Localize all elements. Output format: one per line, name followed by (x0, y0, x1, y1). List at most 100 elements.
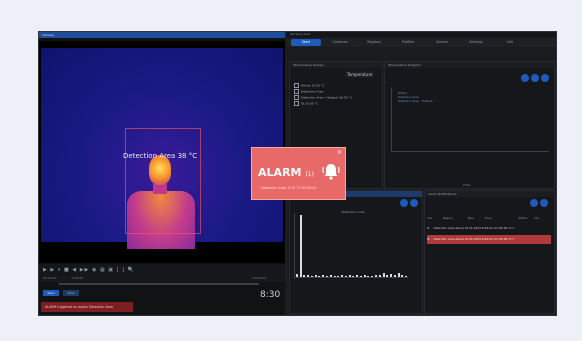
temperature-diagram-panel: Temperature Diagram Whole Detection Area… (384, 61, 555, 189)
temperature-diagram-area[interactable]: Whole Detection Area Detection Area - Ho… (391, 87, 549, 152)
time-row: 00:00:00 0:00:00 0:00:00.0 (43, 276, 266, 280)
histogram-bar (397, 273, 400, 277)
start-button[interactable]: Start (43, 290, 59, 296)
tab-cameras[interactable]: Cameras (325, 39, 355, 46)
alarm-message: ALARM triggered on region Detection Area (41, 302, 133, 312)
alarm-notifications-header: Alarm Notifications (425, 191, 554, 197)
histogram-bar (393, 275, 396, 277)
temp-item-whole[interactable]: Whole 32.00 °C (294, 83, 325, 88)
alarm-subtitle: Detection Area 37.8 °C 00:00:20 (261, 186, 317, 190)
alarm-title-text: ALARM (258, 166, 302, 179)
clock: 8:30 (260, 290, 281, 300)
bell-icon (322, 164, 340, 180)
time-start: 00:00:00 (43, 276, 57, 280)
histogram-bar (337, 275, 340, 277)
histogram-bar (378, 275, 381, 277)
histogram-bar (374, 274, 377, 277)
tab-settings[interactable]: Settings (461, 39, 491, 46)
checkbox-icon (294, 83, 299, 88)
histogram-bar (390, 273, 393, 277)
col-status: Status (518, 216, 528, 220)
notif-table-header: Ack Region Type Time Status Val (427, 215, 549, 222)
playback-icons[interactable]: ▶ ▶ ⏸ ■ ◀ ▶▶ ◉ ▦ ▣ [ ] 🔍 (43, 267, 135, 273)
alarm-count: (1) (305, 171, 314, 178)
histogram-bar (303, 274, 306, 277)
tab-info[interactable]: Info (495, 39, 525, 46)
time-mid: 0:00:00 (71, 276, 84, 280)
temperature-diagram-header: Temperature Diagram (385, 62, 554, 68)
checkbox-icon (294, 95, 299, 100)
histogram-button-2[interactable] (410, 199, 418, 207)
notif-button-2[interactable] (540, 199, 548, 207)
alarm-popup: × ALARM (1) Detection Area 37.8 °C 00:00:… (251, 147, 346, 200)
diagram-series-3: Detection Area - Hotspot (398, 99, 433, 103)
playback-controls: ▶ ▶ ⏸ ■ ◀ ▶▶ ◉ ▦ ▣ [ ] 🔍 00:00:00 0:00:0… (39, 264, 285, 282)
histogram-bar (401, 274, 404, 277)
histogram-bar (371, 275, 374, 277)
temperature-display-header: Temperature Display (290, 62, 382, 68)
histogram-bar (363, 274, 366, 277)
histogram-bar (310, 275, 313, 277)
histogram-bar (367, 275, 370, 277)
ack-icon: ☒ (427, 226, 430, 230)
histogram-bar (405, 275, 408, 277)
tab-start[interactable]: Start (291, 39, 321, 46)
checkbox-icon (294, 101, 299, 106)
tab-profiles[interactable]: Profiles (393, 39, 423, 46)
histogram-bar (382, 273, 385, 277)
histogram-bar (314, 275, 317, 277)
camera-pane: Camera Detection Area 38 °C ▶ ▶ ⏸ ■ ◀ ▶▶… (39, 32, 285, 315)
time-end: 0:00:00.0 (252, 276, 267, 280)
histogram-bar (348, 275, 351, 277)
alarm-title: ALARM (1) (258, 166, 314, 179)
temperature-dropdown[interactable]: Temperature (345, 71, 375, 78)
checkbox-icon (294, 89, 299, 94)
table-row[interactable]: ☒ Detection Area above 01.01.2023 8:28:21… (427, 224, 551, 233)
tab-bar: Start Cameras Regions Profiles Alarms Se… (287, 38, 556, 47)
temp-item-detection[interactable]: Detection Area (294, 89, 323, 94)
ack-icon: ☒ (427, 237, 430, 241)
tab-alarms[interactable]: Alarms (427, 39, 457, 46)
alarm-notifications-panel: Alarm Notifications Ack Region Type Time… (424, 190, 555, 314)
diagram-button-3[interactable] (541, 74, 549, 82)
histogram-button-1[interactable] (400, 199, 408, 207)
histogram-chart[interactable] (294, 213, 408, 278)
thermal-video[interactable]: Detection Area 38 °C (39, 41, 285, 263)
histogram-bar (341, 275, 344, 277)
temp-item-value: 32.00 °C (311, 83, 325, 88)
working-area-title: Working Area (287, 32, 556, 37)
temp-item-label: Whole (301, 83, 311, 88)
diagram-x-label: Time (463, 183, 471, 187)
table-row[interactable]: ☒ Detection Area above 01.01.2023 8:29:52… (427, 235, 551, 244)
histogram-bar (326, 275, 329, 277)
histogram-bar (307, 274, 310, 277)
histogram-panel: Histogram Detection Area (289, 190, 423, 314)
temp-item-id[interactable]: ID 29.00 °C (294, 101, 318, 106)
histogram-bar (359, 275, 362, 277)
timeline-slider[interactable] (59, 283, 259, 285)
histogram-bar (318, 275, 321, 277)
col-time: Time (484, 216, 492, 220)
histogram-bar (386, 274, 389, 277)
row-text: Detection Area above 01.01.2023 8:29:52 … (433, 237, 515, 241)
temp-item-value: 38.00 °C (339, 95, 353, 100)
notif-button-1[interactable] (530, 199, 538, 207)
diagram-button-2[interactable] (531, 74, 539, 82)
histogram-bar (295, 273, 298, 277)
row-text: Detection Area above 01.01.2023 8:28:21 … (433, 226, 515, 230)
histogram-bar (299, 215, 302, 277)
tab-regions[interactable]: Regions (359, 39, 389, 46)
close-icon[interactable]: × (337, 149, 342, 156)
temp-item-value: 29.00 °C (305, 101, 319, 106)
diagram-button-1[interactable] (521, 74, 529, 82)
histogram-bar (352, 275, 355, 277)
detection-area-box[interactable] (125, 128, 201, 234)
col-region: Region (442, 216, 453, 220)
temp-item-label: ID (301, 101, 305, 106)
temp-item-label: Detection Area - Hotspot (301, 95, 339, 100)
histogram-bar (356, 275, 359, 277)
detection-area-label: Detection Area 38 °C (123, 152, 198, 160)
histogram-bar (322, 274, 325, 277)
stop-button[interactable]: Stop (63, 290, 79, 296)
temp-item-hotspot[interactable]: Detection Area - Hotspot 38.00 °C (294, 95, 352, 100)
